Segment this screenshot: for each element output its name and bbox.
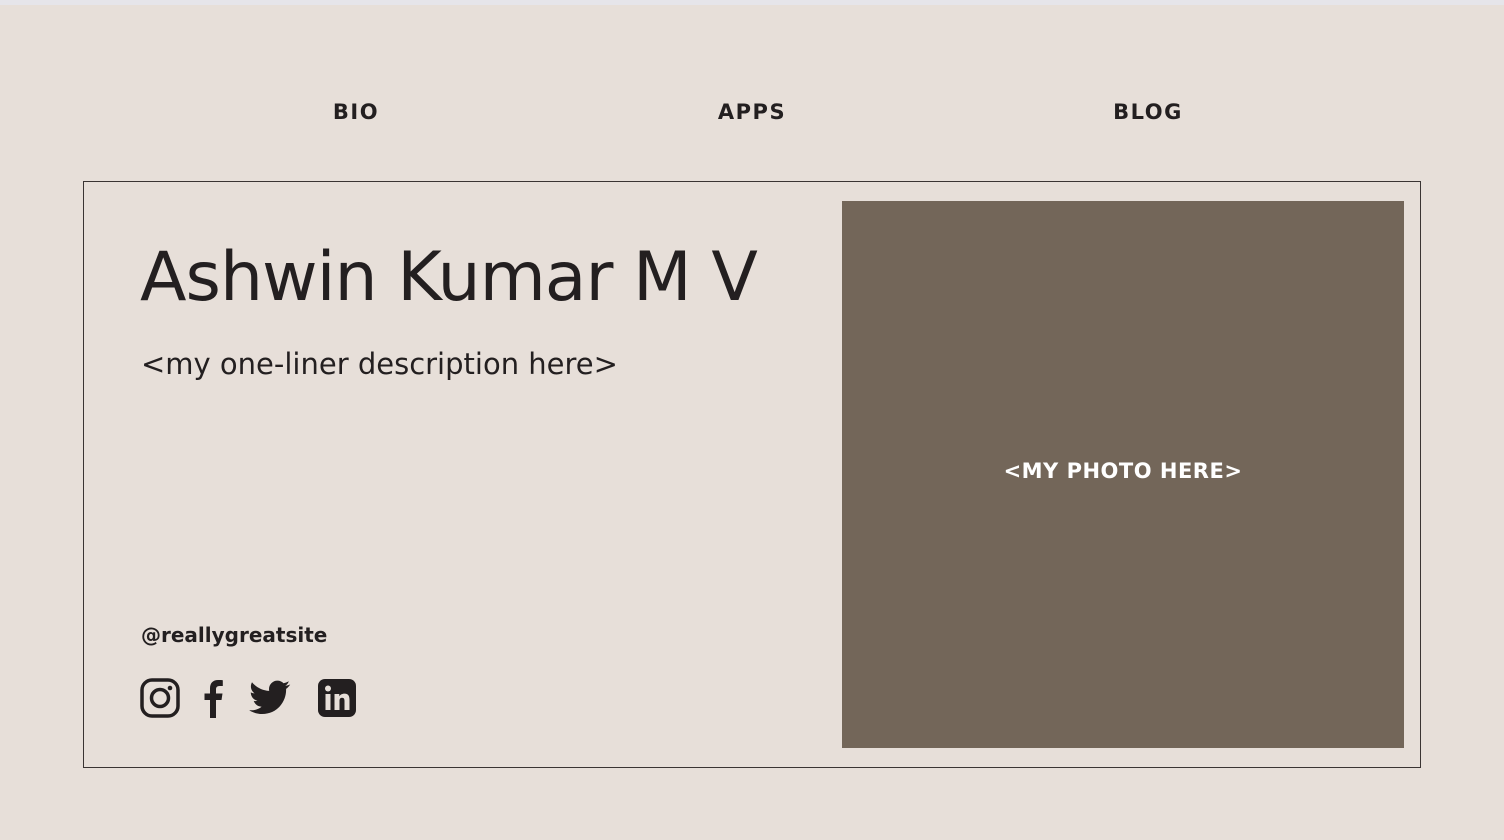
profile-handle-link[interactable]: @reallygreatsite [141,622,327,648]
nav-link-bio[interactable]: BIO [256,97,456,127]
photo-placeholder-label: <MY PHOTO HERE> [1003,458,1243,483]
main-nav: BIO APPS BLOG [0,97,1504,127]
social-links [140,678,380,718]
profile-card: Ashwin Kumar M V <my one-liner descripti… [83,181,1421,768]
profile-tagline: <my one-liner description here> [141,347,618,381]
profile-name: Ashwin Kumar M V [140,238,758,317]
profile-photo-placeholder: <MY PHOTO HERE> [842,201,1404,748]
nav-link-blog[interactable]: BLOG [1048,97,1248,127]
linkedin-icon[interactable] [318,678,356,718]
browser-top-strip [0,0,1504,5]
nav-link-apps[interactable]: APPS [652,97,852,127]
twitter-icon[interactable] [249,678,291,718]
facebook-icon[interactable] [202,678,224,718]
instagram-icon[interactable] [140,678,180,718]
